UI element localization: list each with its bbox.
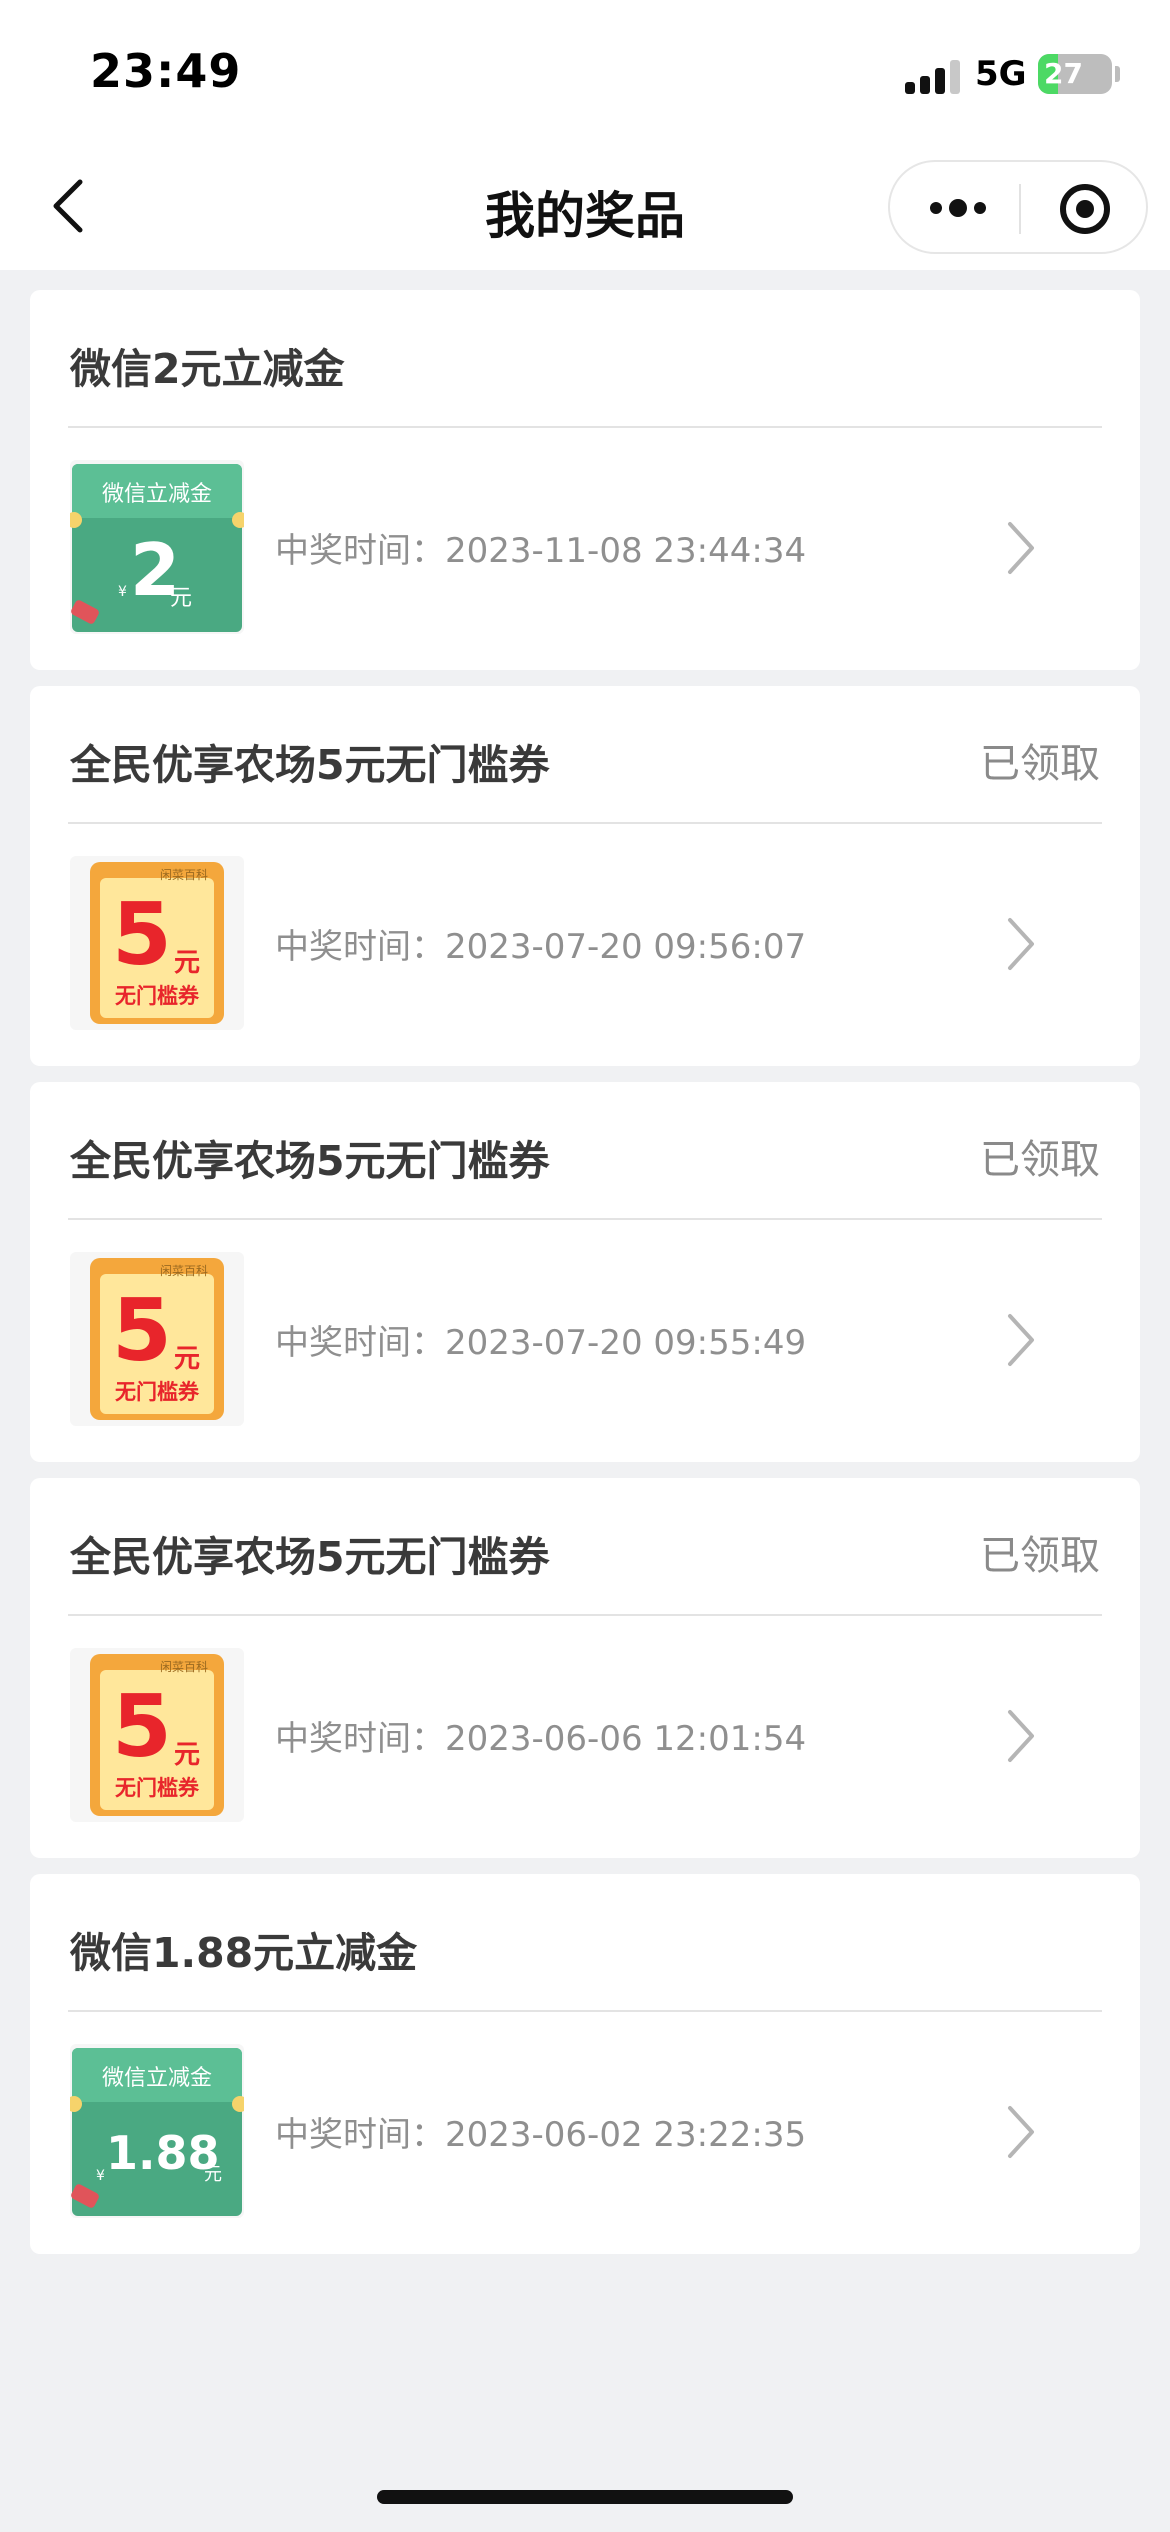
- cellular-signal-icon: [905, 58, 963, 94]
- battery-level: 27: [1044, 57, 1083, 90]
- coupon-image: 闲菜百科 5 元 无门槛券: [90, 1654, 224, 1816]
- chevron-right-icon: [1008, 918, 1034, 970]
- coupon-label: 无门槛券: [115, 1380, 199, 1404]
- voucher-header: 微信立减金: [101, 482, 212, 507]
- target-circle-icon: [1060, 184, 1110, 234]
- more-dots-icon: [930, 199, 986, 217]
- coupon-unit: 元: [174, 1344, 201, 1374]
- prize-status: 已领取: [980, 741, 1100, 787]
- battery-icon: 27: [1038, 54, 1112, 94]
- network-type: 5G: [975, 54, 1027, 94]
- coupon-image: 闲菜百科 5 元 无门槛券: [90, 1258, 224, 1420]
- chevron-right-icon: [1008, 2106, 1034, 2158]
- prize-time: 中奖时间：2023-06-02 23:22:35: [275, 2115, 807, 2155]
- coupon-brand: 闲菜百科: [159, 1264, 208, 1278]
- more-button[interactable]: [928, 182, 988, 234]
- prize-card[interactable]: 全民优享农场5元无门槛券 已领取 闲菜百科 5 元 无门槛券 中奖时间：2023…: [30, 1082, 1140, 1462]
- coupon-brand: 闲菜百科: [159, 868, 208, 882]
- wechat-voucher-image: 微信立减金 ¥ 2 元: [70, 464, 244, 632]
- prize-thumbnail: 闲菜百科 5 元 无门槛券: [70, 1252, 244, 1426]
- prize-card[interactable]: 微信2元立减金 微信立减金 ¥ 2 元 中奖时间：2023-11-08 23:4…: [30, 290, 1140, 670]
- prize-thumbnail: 微信立减金 ¥ 2 元: [70, 460, 244, 634]
- capsule-divider: [1019, 184, 1021, 234]
- mini-program-capsule: [888, 160, 1148, 254]
- voucher-header: 微信立减金: [101, 2066, 212, 2091]
- voucher-currency: ¥: [96, 2168, 105, 2184]
- coupon-label: 无门槛券: [115, 984, 199, 1008]
- home-indicator[interactable]: [377, 2490, 793, 2504]
- prize-title: 微信1.88元立减金: [70, 1929, 418, 1977]
- top-bar: 23:49 5G 27 我的奖品: [0, 0, 1170, 270]
- wechat-voucher-image: 微信立减金 ¥ 1.88 元: [70, 2048, 244, 2216]
- prize-title: 全民优享农场5元无门槛券: [70, 1533, 550, 1581]
- chevron-right-icon: [1008, 522, 1034, 574]
- voucher-currency: ¥: [118, 584, 127, 600]
- divider: [68, 2010, 1102, 2012]
- divider: [68, 1614, 1102, 1616]
- prize-thumbnail: 闲菜百科 5 元 无门槛券: [70, 1648, 244, 1822]
- prize-card[interactable]: 全民优享农场5元无门槛券 已领取 闲菜百科 5 元 无门槛券 中奖时间：2023…: [30, 686, 1140, 1066]
- coupon-unit: 元: [174, 1740, 201, 1770]
- voucher-unit: 元: [204, 2164, 222, 2185]
- prize-status: 已领取: [980, 1137, 1100, 1183]
- prize-card[interactable]: 全民优享农场5元无门槛券 已领取 闲菜百科 5 元 无门槛券 中奖时间：2023…: [30, 1478, 1140, 1858]
- coupon-label: 无门槛券: [115, 1776, 199, 1800]
- voucher-unit: 元: [170, 586, 193, 611]
- coupon-amount: 5: [112, 1281, 172, 1381]
- chevron-right-icon: [1008, 1710, 1034, 1762]
- divider: [68, 822, 1102, 824]
- prizes-page: 23:49 5G 27 我的奖品 微信2元立减金 微信立减金 ¥ 2 元 中奖时…: [0, 0, 1170, 2532]
- prize-status: 已领取: [980, 1533, 1100, 1579]
- coupon-unit: 元: [174, 948, 201, 978]
- chevron-right-icon: [1008, 1314, 1034, 1366]
- battery-tip: [1115, 66, 1120, 82]
- prize-thumbnail: 闲菜百科 5 元 无门槛券: [70, 856, 244, 1030]
- coupon-amount: 5: [112, 885, 172, 985]
- prize-title: 全民优享农场5元无门槛券: [70, 1137, 550, 1185]
- prize-card[interactable]: 微信1.88元立减金 微信立减金 ¥ 1.88 元 中奖时间：2023-06-0…: [30, 1874, 1140, 2254]
- coupon-image: 闲菜百科 5 元 无门槛券: [90, 862, 224, 1024]
- divider: [68, 426, 1102, 428]
- divider: [68, 1218, 1102, 1220]
- prize-title: 微信2元立减金: [70, 345, 345, 393]
- voucher-amount: 1.88: [106, 2126, 220, 2180]
- prize-time: 中奖时间：2023-11-08 23:44:34: [275, 531, 807, 571]
- prize-time: 中奖时间：2023-06-06 12:01:54: [275, 1719, 807, 1759]
- status-time: 23:49: [90, 44, 242, 98]
- prize-time: 中奖时间：2023-07-20 09:56:07: [275, 927, 807, 967]
- prize-title: 全民优享农场5元无门槛券: [70, 741, 550, 789]
- coupon-amount: 5: [112, 1677, 172, 1777]
- prize-thumbnail: 微信立减金 ¥ 1.88 元: [70, 2044, 244, 2218]
- prize-time: 中奖时间：2023-07-20 09:55:49: [275, 1323, 807, 1363]
- close-button[interactable]: [1057, 181, 1113, 237]
- coupon-brand: 闲菜百科: [159, 1660, 208, 1674]
